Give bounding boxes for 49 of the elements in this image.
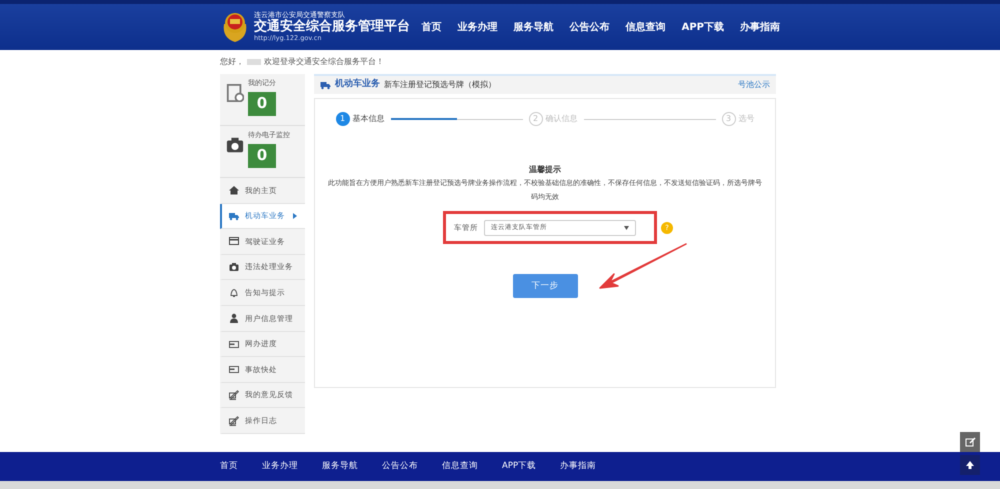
edit-icon xyxy=(229,416,239,426)
site-title: 交通安全综合服务管理平台 xyxy=(254,19,410,35)
step-number: 1 xyxy=(336,112,350,126)
user-icon xyxy=(229,313,239,324)
step-label: 基本信息 xyxy=(352,113,384,125)
home-icon xyxy=(229,185,239,196)
footer-link[interactable]: 公告公布 xyxy=(382,460,418,473)
document-icon xyxy=(226,84,244,102)
breadcrumb-current: 新车注册登记预选号牌（模拟） xyxy=(384,79,496,91)
back-to-top-button[interactable] xyxy=(960,455,980,475)
tray-icon xyxy=(229,338,239,349)
edit-icon xyxy=(229,390,239,400)
card-icon xyxy=(229,236,239,246)
breadcrumb-link[interactable]: 机动车业务 xyxy=(335,78,380,92)
score-value: 0 xyxy=(248,92,276,116)
welcome-text: 欢迎登录交通安全综合服务平台！ xyxy=(264,56,384,68)
step-number: 3 xyxy=(722,112,736,126)
edit-button[interactable] xyxy=(960,432,980,452)
footer-link[interactable]: 首页 xyxy=(220,460,238,473)
nav-link[interactable]: 信息查询 xyxy=(626,20,666,34)
truck-icon xyxy=(229,210,239,221)
greeting-text: 您好， xyxy=(220,56,244,68)
nav-link[interactable]: 公告公布 xyxy=(570,20,610,34)
number-pool-link[interactable]: 号池公示 xyxy=(738,79,770,91)
camera-icon xyxy=(226,136,244,154)
footer-link[interactable]: APP下载 xyxy=(502,460,536,473)
nav-link[interactable]: 首页 xyxy=(422,20,442,34)
footer-link[interactable]: 办事指南 xyxy=(560,460,596,473)
footer-link[interactable]: 信息查询 xyxy=(442,460,478,473)
blurred-username xyxy=(247,59,261,65)
step-number: 2 xyxy=(528,112,542,126)
nav-link[interactable]: 服务导航 xyxy=(514,20,554,34)
bell-icon xyxy=(229,288,239,298)
step-label: 确认信息 xyxy=(546,113,578,125)
caret-icon xyxy=(293,212,297,219)
nav-link[interactable]: APP下载 xyxy=(682,20,724,34)
dropdown-caret-icon xyxy=(624,226,629,230)
footer-link[interactable]: 业务办理 xyxy=(262,460,298,473)
footer-link[interactable]: 服务导航 xyxy=(322,460,358,473)
up-arrow-icon xyxy=(965,460,975,470)
edit-icon xyxy=(964,436,976,448)
score-value: 0 xyxy=(248,144,276,168)
tray-icon xyxy=(229,364,239,374)
nav-link[interactable]: 业务办理 xyxy=(458,20,498,34)
notice-title: 温馨提示 xyxy=(528,164,562,176)
camera-icon xyxy=(229,262,239,272)
truck-icon xyxy=(320,80,331,90)
nav-link[interactable]: 办事指南 xyxy=(740,20,780,34)
step-label: 选号 xyxy=(738,113,754,125)
